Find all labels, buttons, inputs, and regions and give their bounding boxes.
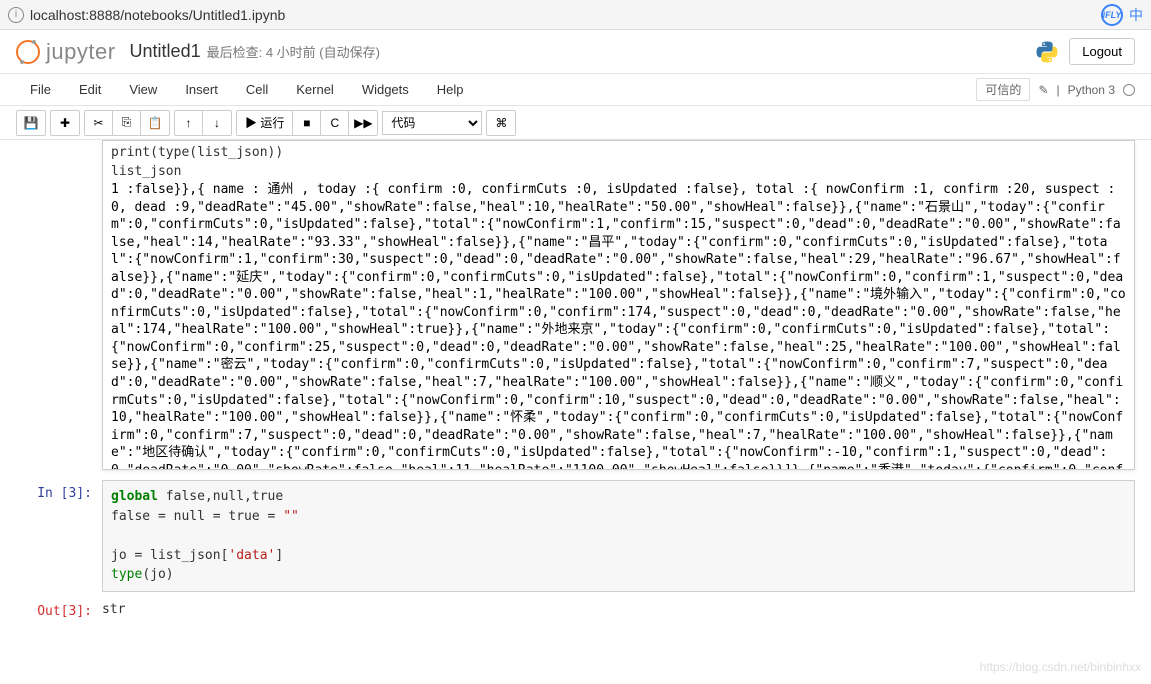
watermark: https://blog.csdn.net/binbinhxx: [980, 660, 1141, 674]
move-up-button[interactable]: ↑: [175, 111, 203, 135]
code-line: list_json: [103, 160, 1134, 179]
output-text: str: [102, 598, 1135, 621]
menu-widgets[interactable]: Widgets: [348, 82, 423, 97]
python-logo-icon: [1035, 40, 1059, 64]
add-cell-button[interactable]: ✚: [51, 111, 79, 135]
trusted-indicator[interactable]: 可信的: [976, 78, 1030, 101]
input-prompt: In [3]:: [16, 480, 102, 592]
run-all-button[interactable]: ▶▶: [349, 111, 377, 135]
save-button[interactable]: 💾: [17, 111, 45, 135]
command-palette-button[interactable]: ⌘: [487, 111, 515, 135]
restart-button[interactable]: C: [321, 111, 349, 135]
code-line: print(type(list_json)): [103, 141, 1134, 160]
menu-insert[interactable]: Insert: [171, 82, 232, 97]
notebook-title[interactable]: Untitled1: [130, 41, 201, 62]
language-cn-icon[interactable]: 中: [1129, 5, 1143, 25]
menu-kernel[interactable]: Kernel: [282, 82, 348, 97]
divider: |: [1057, 83, 1060, 97]
toolbar: 💾 ✚ ✂ ⎘ 📋 ↑ ↓ ▶ 运行 ■ C ▶▶ 代码 ⌘: [0, 106, 1151, 140]
jupyter-orb-icon: [16, 40, 40, 64]
ifly-icon[interactable]: iFLY: [1101, 4, 1123, 26]
output-prompt: Out[3]:: [16, 598, 102, 621]
copy-button[interactable]: ⎘: [113, 111, 141, 135]
menu-bar: File Edit View Insert Cell Kernel Widget…: [0, 74, 1151, 106]
menu-help[interactable]: Help: [423, 82, 478, 97]
menu-edit[interactable]: Edit: [65, 82, 115, 97]
site-info-icon[interactable]: i: [8, 7, 24, 23]
kernel-status-icon: [1123, 84, 1135, 96]
stop-button[interactable]: ■: [293, 111, 321, 135]
code-input[interactable]: global false,null,true false = null = tr…: [102, 480, 1135, 592]
jupyter-logo[interactable]: jupyter: [16, 39, 116, 65]
menu-cell[interactable]: Cell: [232, 82, 282, 97]
autosave-status: 最后检查: 4 小时前 (自动保存): [207, 42, 380, 61]
output-scroll-area[interactable]: print(type(list_json)) list_json 1 :fals…: [102, 140, 1135, 470]
kernel-name[interactable]: Python 3: [1068, 83, 1115, 97]
edit-pencil-icon[interactable]: ✎: [1038, 83, 1048, 97]
paste-button[interactable]: 📋: [141, 111, 169, 135]
cut-button[interactable]: ✂: [85, 111, 113, 135]
jupyter-word: jupyter: [46, 39, 116, 65]
notebook-header: jupyter Untitled1 最后检查: 4 小时前 (自动保存) Log…: [0, 30, 1151, 74]
code-cell: In [3]: global false,null,true false = n…: [0, 480, 1151, 598]
json-output: 1 :false}},{ name : 通州 , today :{ confir…: [103, 179, 1134, 470]
menu-file[interactable]: File: [16, 82, 65, 97]
cell-type-select[interactable]: 代码: [382, 111, 482, 135]
move-down-button[interactable]: ↓: [203, 111, 231, 135]
run-button[interactable]: ▶ 运行: [237, 111, 293, 135]
output-cell: Out[3]: str: [0, 598, 1151, 627]
browser-address-bar: i localhost:8888/notebooks/Untitled1.ipy…: [0, 0, 1151, 30]
logout-button[interactable]: Logout: [1069, 38, 1135, 65]
notebook-area: print(type(list_json)) list_json 1 :fals…: [0, 140, 1151, 647]
menu-view[interactable]: View: [115, 82, 171, 97]
url-text: localhost:8888/notebooks/Untitled1.ipynb: [30, 7, 285, 23]
